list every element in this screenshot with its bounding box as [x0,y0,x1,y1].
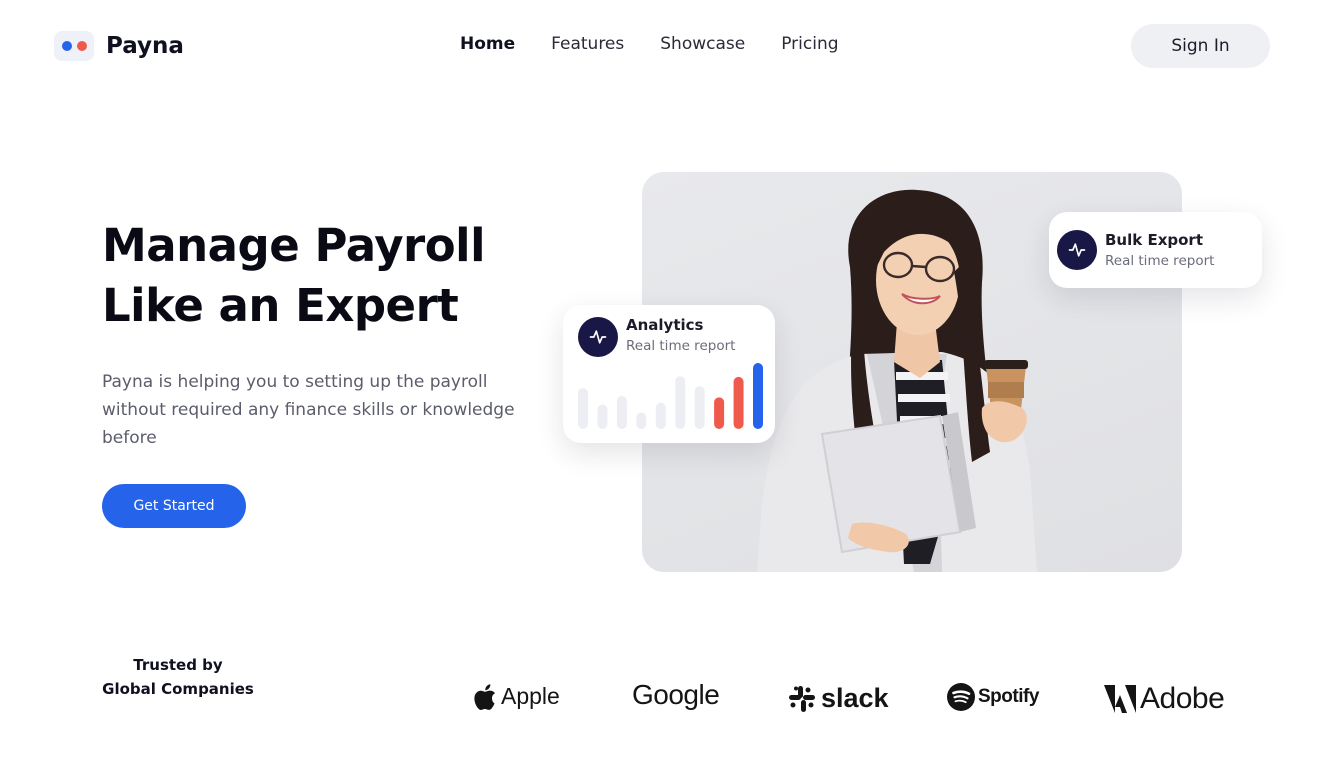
analytics-card[interactable]: Analytics Real time report [563,305,775,443]
logo-google-name: Google [632,679,720,710]
logo-spotify: Spotify [947,683,1039,711]
brand-logo[interactable]: Payna [54,31,184,61]
hero-title: Manage Payroll Like an Expert [102,216,486,336]
activity-pulse-icon [1057,230,1097,270]
nav-features[interactable]: Features [551,34,624,54]
logo-dot-red [76,41,87,51]
activity-pulse-icon [578,317,618,357]
nav-pricing[interactable]: Pricing [781,34,838,54]
analytics-bar-2 [597,404,608,429]
nav-showcase[interactable]: Showcase [660,34,745,54]
logo-apple: Apple [474,683,560,710]
bulk-export-card-text: Bulk Export Real time report [1105,231,1214,269]
apple-icon [474,683,495,710]
bulk-export-subtitle: Real time report [1105,253,1215,269]
analytics-card-text: Analytics Real time report [626,316,735,354]
analytics-subtitle: Real time report [626,338,736,354]
hero-title-line-1: Manage Payroll [102,219,486,272]
analytics-bar-5 [655,402,666,429]
logo-google: Google [632,679,720,711]
get-started-button[interactable]: Get Started [102,484,246,528]
analytics-bar-7 [694,386,705,429]
analytics-bar-6 [675,376,686,429]
bulk-export-title: Bulk Export [1105,231,1203,249]
nav-home[interactable]: Home [460,34,515,54]
analytics-bar-chart [578,363,763,429]
logo-adobe: Adobe [1104,682,1225,716]
trusted-line-1: Trusted by [133,656,223,674]
analytics-title: Analytics [626,316,704,334]
analytics-bar-1 [578,388,588,429]
logo-adobe-name: Adobe [1140,682,1225,715]
trusted-by-label: Trusted by Global Companies [102,653,254,701]
analytics-bar-9 [733,376,744,429]
hero-title-line-2: Like an Expert [102,279,459,332]
logo-slack-name: slack [821,683,889,713]
logo-mark-icon [54,31,94,61]
trusted-line-2: Global Companies [102,680,254,698]
analytics-bar-8 [714,397,725,429]
adobe-icon [1104,685,1136,713]
analytics-bar-3 [616,396,627,429]
hero-description: Payna is helping you to setting up the p… [102,372,515,448]
bulk-export-card[interactable]: Bulk Export Real time report [1049,212,1262,288]
logo-spotify-name: Spotify [978,686,1039,707]
slack-icon [789,685,815,712]
main-nav: Home Features Showcase Pricing [460,34,839,54]
sign-in-button[interactable]: Sign In [1131,24,1270,68]
analytics-bar-10 [753,363,763,429]
logo-slack: slack [788,683,889,714]
brand-name: Payna [106,33,184,59]
logo-apple-name: Apple [501,683,560,709]
logo-dot-blue [61,41,72,51]
company-logos: Apple Google slack Spotify Adobe [470,675,1230,721]
spotify-icon [947,683,975,711]
analytics-bar-4 [636,412,647,429]
